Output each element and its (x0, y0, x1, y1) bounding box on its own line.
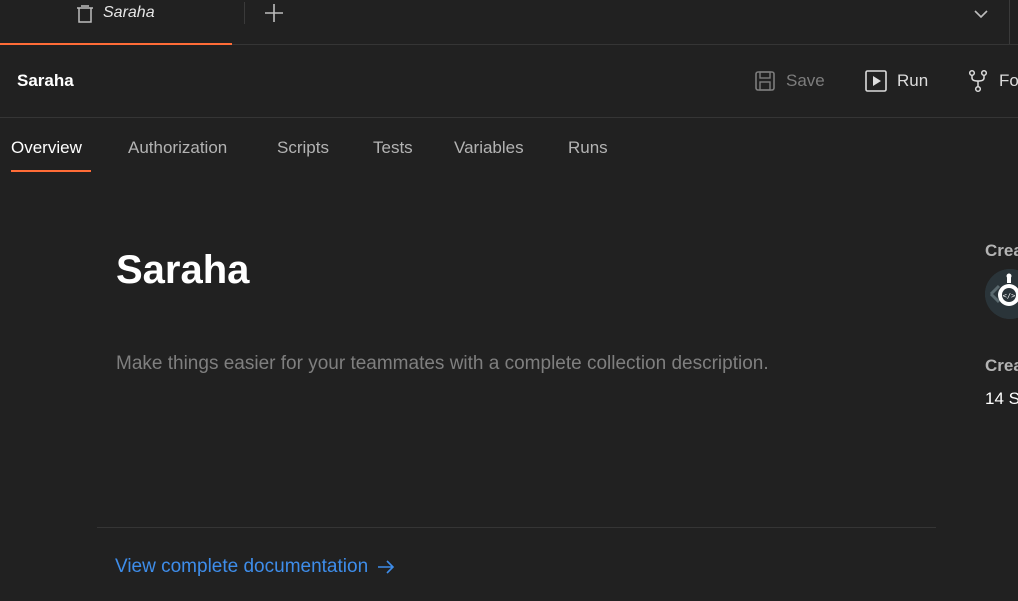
svg-text:</>: </> (1003, 292, 1016, 300)
collection-name: Saraha (17, 71, 74, 90)
collection-header: Saraha Save Run Fo (0, 45, 1018, 118)
run-button[interactable]: Run (864, 67, 928, 95)
active-tab-indicator (11, 170, 91, 172)
fork-label: Fo (999, 71, 1018, 90)
run-label: Run (897, 71, 929, 90)
save-button[interactable]: Save (753, 67, 825, 95)
description-field[interactable]: Make things easier for your teammates wi… (116, 352, 769, 376)
fork-button[interactable]: Fo (966, 67, 1018, 95)
tab-divider (244, 2, 245, 24)
tab-runs[interactable]: Runs (568, 138, 608, 158)
collection-icon (74, 3, 96, 25)
plus-icon[interactable] (263, 2, 285, 24)
tab-saraha[interactable]: Saraha (0, 0, 232, 45)
created-on-label: Crea (985, 356, 1018, 375)
arrow-right-icon (378, 560, 395, 574)
tab-bar: Saraha (0, 0, 1018, 45)
tab-bar-divider-right (1009, 0, 1010, 44)
collection-subtabs: Overview Authorization Scripts Tests Var… (0, 118, 1018, 174)
content-divider (97, 527, 936, 528)
fork-icon (968, 69, 988, 93)
created-on-value: 14 S (985, 389, 1018, 408)
tab-tests[interactable]: Tests (373, 138, 413, 158)
play-icon (865, 70, 887, 92)
save-label: Save (786, 71, 825, 90)
tab-overview[interactable]: Overview (11, 138, 82, 158)
tab-authorization[interactable]: Authorization (128, 138, 227, 158)
tab-variables[interactable]: Variables (454, 138, 524, 158)
collection-title[interactable]: Saraha (116, 248, 249, 292)
avatar[interactable]: </> (985, 269, 1018, 319)
doc-link-label: View complete documentation (115, 556, 369, 577)
collection-overview-window: Saraha Saraha Save Run Fo Overview Autho… (0, 0, 1018, 601)
tab-title: Saraha (103, 4, 155, 21)
chevron-down-icon[interactable] (972, 5, 990, 23)
save-icon (755, 71, 775, 91)
view-documentation-link[interactable]: View complete documentation (115, 555, 396, 579)
created-by-label: Crea (985, 241, 1018, 260)
tab-scripts[interactable]: Scripts (277, 138, 329, 158)
